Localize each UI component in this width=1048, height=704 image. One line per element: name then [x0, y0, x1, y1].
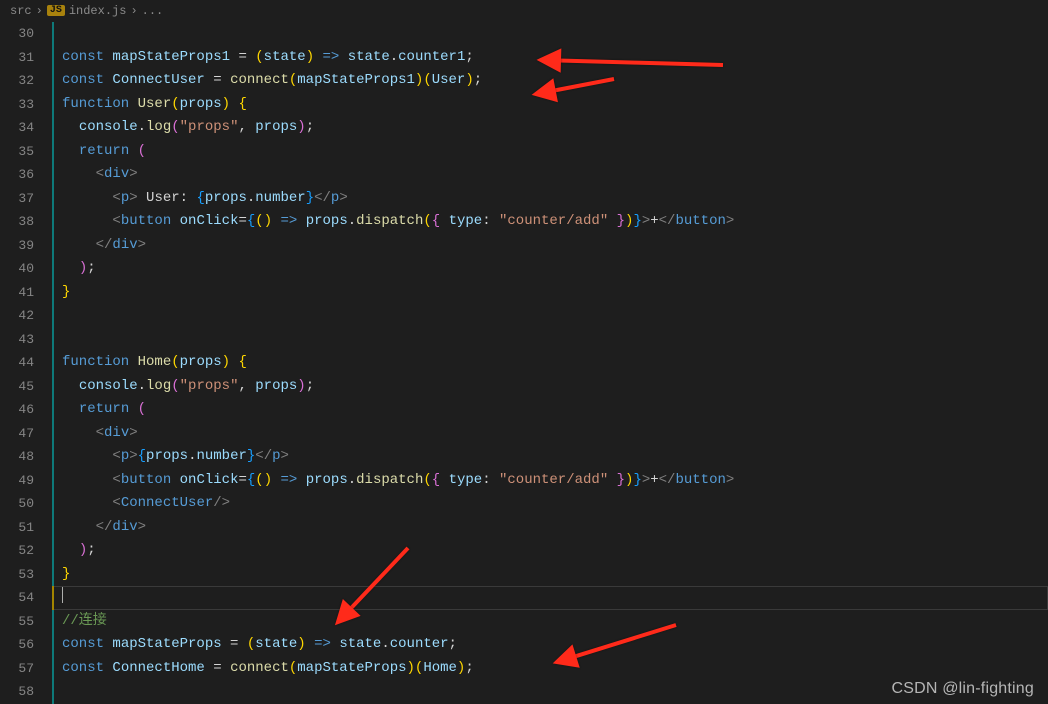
- code-area[interactable]: const mapStateProps1 = (state) => state.…: [52, 22, 1048, 704]
- code-line[interactable]: function User(props) {: [52, 93, 1048, 117]
- code-line[interactable]: console.log("props", props);: [52, 116, 1048, 140]
- code-line[interactable]: );: [52, 257, 1048, 281]
- line-number: 51: [0, 516, 34, 540]
- code-line[interactable]: <div>: [52, 163, 1048, 187]
- line-number: 54: [0, 586, 34, 610]
- code-line[interactable]: [52, 304, 1048, 328]
- code-line[interactable]: <button onClick={() => props.dispatch({ …: [52, 469, 1048, 493]
- line-number: 36: [0, 163, 34, 187]
- line-number: 37: [0, 187, 34, 211]
- line-number: 39: [0, 234, 34, 258]
- code-line[interactable]: }: [52, 563, 1048, 587]
- code-line[interactable]: <button onClick={() => props.dispatch({ …: [52, 210, 1048, 234]
- breadcrumb-folder[interactable]: src: [10, 4, 32, 18]
- line-number: 31: [0, 46, 34, 70]
- line-number: 53: [0, 563, 34, 587]
- code-line[interactable]: <div>: [52, 422, 1048, 446]
- code-line[interactable]: return (: [52, 140, 1048, 164]
- js-file-icon: JS: [47, 5, 65, 16]
- line-number: 55: [0, 610, 34, 634]
- code-line[interactable]: const mapStateProps = (state) => state.c…: [52, 633, 1048, 657]
- code-line[interactable]: [52, 328, 1048, 352]
- line-number: 38: [0, 210, 34, 234]
- line-number: 47: [0, 422, 34, 446]
- chevron-right-icon: ›: [36, 4, 43, 18]
- line-number: 33: [0, 93, 34, 117]
- line-number: 52: [0, 539, 34, 563]
- line-number: 56: [0, 633, 34, 657]
- line-number: 30: [0, 22, 34, 46]
- chevron-right-icon: ›: [130, 4, 137, 18]
- code-line[interactable]: [52, 586, 1048, 610]
- line-number: 48: [0, 445, 34, 469]
- code-line[interactable]: </div>: [52, 516, 1048, 540]
- line-number: 45: [0, 375, 34, 399]
- line-number: 42: [0, 304, 34, 328]
- code-line[interactable]: [52, 22, 1048, 46]
- code-editor[interactable]: 3031323334353637383940414243444546474849…: [0, 22, 1048, 704]
- code-line[interactable]: <p> User: {props.number}</p>: [52, 187, 1048, 211]
- code-line[interactable]: return (: [52, 398, 1048, 422]
- line-number: 57: [0, 657, 34, 681]
- line-number: 46: [0, 398, 34, 422]
- code-line[interactable]: <ConnectUser/>: [52, 492, 1048, 516]
- code-line[interactable]: const ConnectUser = connect(mapStateProp…: [52, 69, 1048, 93]
- code-line[interactable]: <p>{props.number}</p>: [52, 445, 1048, 469]
- watermark: CSDN @lin-fighting: [891, 680, 1034, 698]
- line-number: 50: [0, 492, 34, 516]
- code-line[interactable]: const mapStateProps1 = (state) => state.…: [52, 46, 1048, 70]
- line-number: 49: [0, 469, 34, 493]
- code-line[interactable]: function Home(props) {: [52, 351, 1048, 375]
- code-line[interactable]: const ConnectHome = connect(mapStateProp…: [52, 657, 1048, 681]
- breadcrumb-tail[interactable]: ...: [142, 4, 164, 18]
- code-line[interactable]: </div>: [52, 234, 1048, 258]
- code-line[interactable]: }: [52, 281, 1048, 305]
- line-number: 34: [0, 116, 34, 140]
- line-number: 32: [0, 69, 34, 93]
- breadcrumb: src › JS index.js › ...: [0, 0, 1048, 22]
- line-number: 41: [0, 281, 34, 305]
- code-line[interactable]: console.log("props", props);: [52, 375, 1048, 399]
- line-number-gutter: 3031323334353637383940414243444546474849…: [0, 22, 52, 704]
- line-number: 40: [0, 257, 34, 281]
- code-line[interactable]: );: [52, 539, 1048, 563]
- line-number: 35: [0, 140, 34, 164]
- breadcrumb-file[interactable]: index.js: [69, 4, 127, 18]
- line-number: 44: [0, 351, 34, 375]
- code-line[interactable]: //连接: [52, 610, 1048, 634]
- line-number: 43: [0, 328, 34, 352]
- line-number: 58: [0, 680, 34, 704]
